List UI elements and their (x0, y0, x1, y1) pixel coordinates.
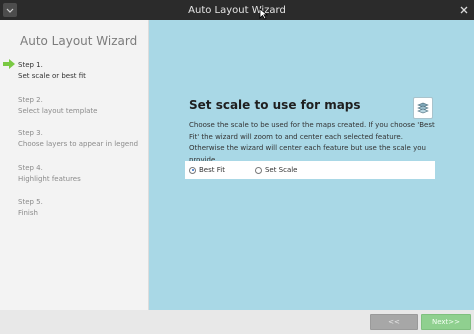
step-number: Step 3. (18, 129, 43, 137)
layers-icon (413, 97, 433, 119)
step-number: Step 1. (18, 61, 43, 69)
step-5[interactable]: Step 5. Finish (18, 197, 43, 219)
step-2[interactable]: Step 2. Select layout template (18, 95, 98, 117)
set-scale-radio[interactable]: Set Scale (254, 166, 298, 174)
next-button[interactable]: Next>> (421, 314, 471, 330)
step-label: Select layout template (18, 107, 98, 115)
radio-unselected-icon (254, 166, 262, 174)
step-number: Step 4. (18, 164, 43, 172)
step-label: Choose layers to appear in legend (18, 140, 139, 148)
page-title: Set scale to use for maps (189, 98, 361, 112)
mouse-cursor-icon (259, 8, 268, 20)
step-label: Set scale or best fit (18, 72, 86, 80)
wizard-content: Set scale to use for maps Choose the sca… (149, 20, 474, 310)
radio-selected-icon (189, 166, 196, 174)
step-number: Step 5. (18, 198, 43, 206)
button-bar: << Next>> (0, 310, 474, 334)
step-3[interactable]: Step 3. Choose layers to appear in legen… (18, 128, 138, 150)
step-1[interactable]: Step 1. Set scale or best fit (18, 60, 86, 82)
window-menu-icon[interactable] (3, 3, 17, 17)
step-label: Highlight features (18, 175, 81, 183)
close-icon[interactable] (457, 3, 471, 17)
best-fit-radio[interactable]: Best Fit (189, 166, 225, 174)
radio-label: Set Scale (264, 166, 298, 174)
wizard-sidebar: Auto Layout Wizard Step 1. Set scale or … (0, 20, 149, 310)
step-4[interactable]: Step 4. Highlight features (18, 163, 81, 185)
title-bar: Auto Layout Wizard (0, 0, 474, 20)
wizard-window: Auto Layout Wizard Step 1. Set scale or … (0, 20, 474, 334)
step-label: Finish (18, 209, 38, 217)
radio-label: Best Fit (199, 166, 225, 174)
scale-options: Best Fit Set Scale (185, 161, 435, 179)
scale-description: Choose the scale to be used for the maps… (189, 121, 435, 164)
back-button[interactable]: << (370, 314, 418, 330)
sidebar-title: Auto Layout Wizard (20, 34, 138, 48)
step-number: Step 2. (18, 96, 43, 104)
current-step-arrow-icon (3, 59, 15, 69)
window-title: Auto Layout Wizard (188, 4, 286, 16)
